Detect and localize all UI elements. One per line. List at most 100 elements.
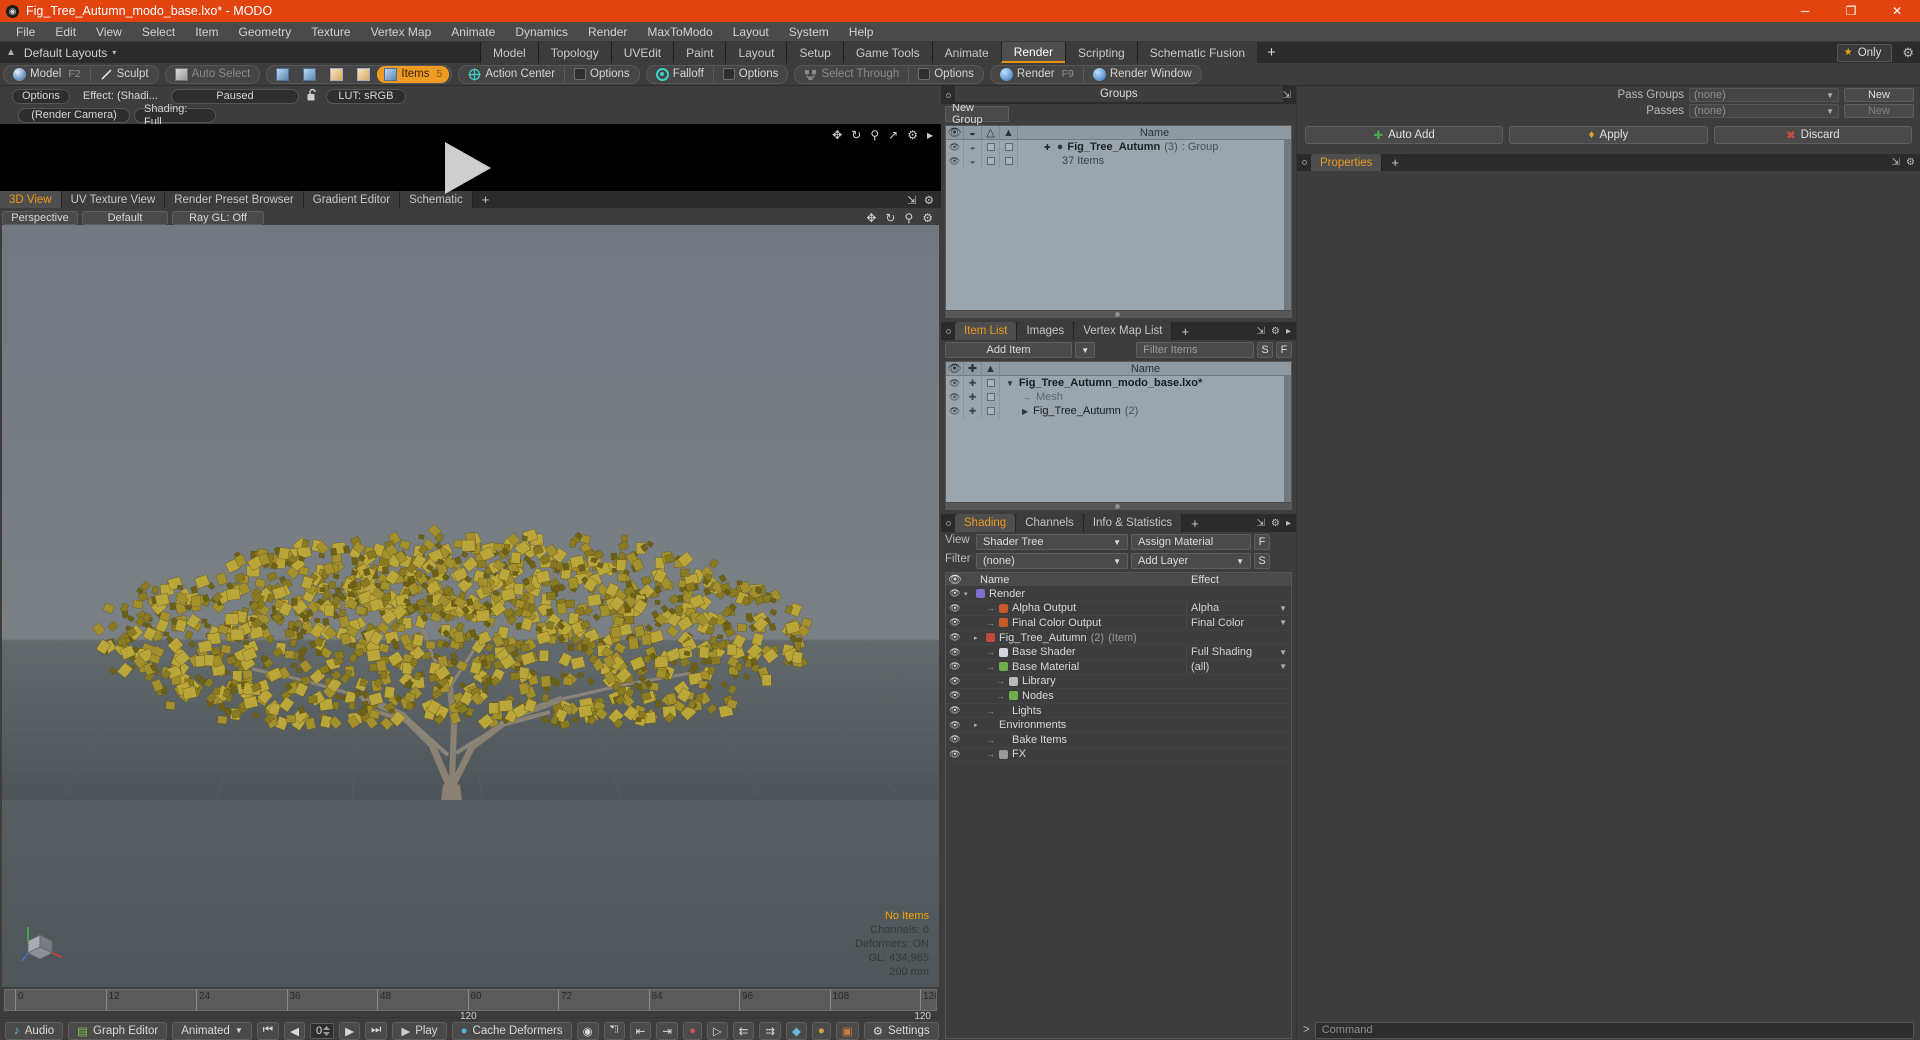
- shader-tree[interactable]: 👁 Name Effect 👁 ▾ Render 👁 → Alpha Output Alph…: [945, 572, 1292, 1039]
- popout-icon[interactable]: ⇲: [1892, 157, 1900, 168]
- minimize-button[interactable]: ─: [1782, 0, 1828, 22]
- expand-icon[interactable]: ✚: [1018, 143, 1051, 152]
- eye-icon[interactable]: 👁: [946, 734, 964, 745]
- popout-icon[interactable]: ⇲: [1257, 326, 1265, 337]
- menu-select[interactable]: Select: [132, 22, 185, 42]
- shader-tree-row[interactable]: 👁 → Base Material (all) ▼: [946, 660, 1291, 675]
- eye-icon[interactable]: 👁: [946, 140, 964, 154]
- tab-add-button[interactable]: +: [1382, 154, 1409, 171]
- lock-icon[interactable]: ✚: [964, 390, 982, 404]
- render-icon[interactable]: ◒: [964, 140, 982, 154]
- eye-icon[interactable]: 👁: [946, 705, 964, 716]
- render-window-button[interactable]: Render Window: [1086, 66, 1199, 83]
- filter-s-button[interactable]: S: [1257, 342, 1273, 358]
- falloff-options-button[interactable]: Options: [716, 66, 786, 83]
- menu-dynamics[interactable]: Dynamics: [505, 22, 578, 42]
- eye-icon[interactable]: 👁: [946, 376, 964, 390]
- shade-icon[interactable]: [1000, 140, 1018, 154]
- new-group-button[interactable]: New Group: [945, 102, 1009, 126]
- shader-tree-row[interactable]: 👁 → Alpha Output Alpha ▼: [946, 602, 1291, 617]
- menu-system[interactable]: System: [779, 22, 839, 42]
- audio-button[interactable]: ♪ Audio: [5, 1021, 64, 1040]
- lock-icon[interactable]: ✚: [964, 376, 982, 390]
- expand-icon[interactable]: ▸: [1286, 326, 1291, 337]
- prev-frame-button[interactable]: ◀: [284, 1021, 305, 1040]
- add-item-dropdown[interactable]: ▼: [1075, 342, 1096, 358]
- gear-icon[interactable]: ⚙: [1271, 518, 1280, 529]
- lock2-icon[interactable]: [982, 404, 1000, 418]
- key-filter-button[interactable]: ▣: [835, 1021, 859, 1040]
- viewport-tab-gradient-editor[interactable]: Gradient Editor: [303, 191, 401, 208]
- action-center-button[interactable]: Action Center: [461, 66, 562, 83]
- layout-tab-schematic-fusion[interactable]: Schematic Fusion: [1136, 42, 1259, 63]
- shader-tree-row[interactable]: 👁 → Base Shader Full Shading ▼: [946, 645, 1291, 660]
- rp-shading-button[interactable]: Shading: Full: [134, 103, 216, 128]
- lock-icon[interactable]: △: [982, 125, 1000, 140]
- rp-lut-button[interactable]: LUT: sRGB: [325, 89, 406, 104]
- assign-material-button[interactable]: Assign Material: [1131, 534, 1251, 550]
- layout-tab-topology[interactable]: Topology: [537, 42, 612, 63]
- apply-button[interactable]: ♦ Apply: [1509, 126, 1708, 144]
- select-polygon-button[interactable]: [323, 66, 350, 83]
- eye-icon[interactable]: 👁: [946, 661, 964, 672]
- render-icon[interactable]: ◒: [964, 125, 982, 140]
- rotate-icon[interactable]: ↻: [851, 128, 861, 142]
- popout-icon[interactable]: ⇲: [1283, 90, 1291, 101]
- viewport-projection-button[interactable]: Perspective: [2, 210, 78, 225]
- move-icon[interactable]: ✥: [866, 211, 876, 225]
- tab-channels[interactable]: Channels: [1016, 514, 1084, 532]
- move-icon[interactable]: ✥: [832, 128, 842, 142]
- tab-vertex-map-list[interactable]: Vertex Map List: [1074, 322, 1173, 340]
- close-button[interactable]: ✕: [1874, 0, 1920, 22]
- shader-tree-row[interactable]: 👁 → Final Color Output Final Color ▼: [946, 616, 1291, 631]
- layout-tab-paint[interactable]: Paint: [673, 42, 727, 63]
- item-list-tree[interactable]: 👁 ✚ ▲ Name 👁 ✚ ▼ Fig_Tree_Autumn_modo_base.…: [945, 361, 1292, 510]
- menu-view[interactable]: View: [86, 22, 132, 42]
- next-frame-button[interactable]: ▶: [339, 1021, 360, 1040]
- layout-tab-uvedit[interactable]: UVEdit: [610, 42, 675, 63]
- tab-add-button[interactable]: +: [1182, 514, 1208, 532]
- groups-hscrollbar[interactable]: [946, 310, 1291, 317]
- menu-edit[interactable]: Edit: [45, 22, 86, 42]
- lock-icon[interactable]: [982, 140, 1000, 154]
- tab-info-statistics[interactable]: Info & Statistics: [1083, 514, 1183, 532]
- eye-icon[interactable]: 👁: [946, 361, 964, 376]
- expand-icon[interactable]: ▾: [964, 590, 972, 598]
- filter-f-button[interactable]: F: [1276, 342, 1292, 358]
- lock-icon[interactable]: [982, 154, 1000, 168]
- animated-dropdown[interactable]: Animated ▼: [172, 1021, 252, 1040]
- tab-images[interactable]: Images: [1017, 322, 1075, 340]
- tab-add-button[interactable]: +: [1172, 322, 1199, 340]
- render-button[interactable]: Render F9: [993, 66, 1081, 83]
- gear-icon[interactable]: ⚙: [1906, 157, 1915, 168]
- goto-end-button[interactable]: ⏭: [364, 1021, 388, 1040]
- item-list-row[interactable]: 👁 ✚ ▼ Fig_Tree_Autumn_modo_base.lxo*: [946, 376, 1291, 390]
- layout-tab-game-tools[interactable]: Game Tools: [842, 42, 933, 63]
- gear-icon[interactable]: ⚙: [907, 128, 918, 142]
- popout-icon[interactable]: ⇲: [1257, 518, 1265, 529]
- eye-icon[interactable]: 👁: [946, 617, 964, 628]
- key-delete-button[interactable]: ▷: [706, 1021, 728, 1040]
- item-list-row[interactable]: 👁 ✚ ▶ Fig_Tree_Autumn (2): [946, 404, 1291, 418]
- select-material-button[interactable]: [350, 66, 377, 83]
- shader-tree-row[interactable]: 👁 ▾ Render: [946, 587, 1291, 602]
- shader-tree-row[interactable]: 👁 → Library: [946, 675, 1291, 690]
- groups-row[interactable]: 👁 ◒ ✚ ● Fig_Tree_Autumn (3): Group: [946, 140, 1291, 154]
- shader-tree-row[interactable]: 👁 ▸ Fig_Tree_Autumn (2) (Item): [946, 631, 1291, 646]
- eye-icon[interactable]: 👁: [946, 573, 964, 586]
- eye-icon[interactable]: 👁: [946, 154, 964, 168]
- discard-button[interactable]: ✖ Discard: [1713, 126, 1912, 144]
- lock2-icon[interactable]: [982, 376, 1000, 390]
- menu-animate[interactable]: Animate: [441, 22, 505, 42]
- lock-icon[interactable]: ✚: [964, 361, 982, 376]
- tab-properties[interactable]: Properties: [1311, 154, 1383, 171]
- select-vertex-button[interactable]: [269, 66, 296, 83]
- layout-tab-animate[interactable]: Animate: [931, 42, 1002, 63]
- tab-shading[interactable]: Shading: [955, 514, 1017, 532]
- shade-icon[interactable]: ▲: [1000, 125, 1018, 140]
- mode-model-button[interactable]: Model F2: [6, 66, 88, 83]
- viewport-shading-button[interactable]: Default: [82, 210, 168, 225]
- gear-icon[interactable]: ⚙: [1271, 326, 1280, 337]
- groups-tree[interactable]: 👁 ◒ △ ▲ Name 👁 ◒ ✚ ● Fig_Tree_Autumn (3): Gro…: [945, 125, 1292, 318]
- menu-geometry[interactable]: Geometry: [229, 22, 302, 42]
